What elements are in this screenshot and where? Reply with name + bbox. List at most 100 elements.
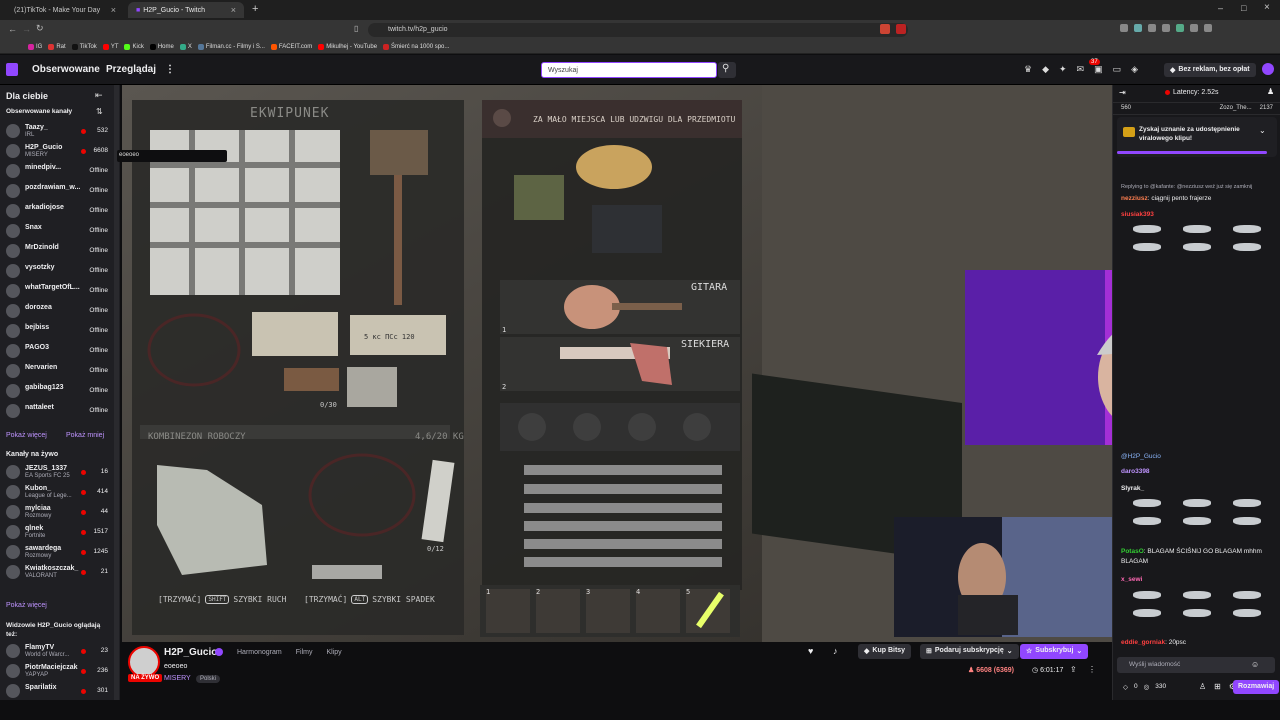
- sidebar-channel-item[interactable]: PAGO3 Offline: [0, 341, 114, 361]
- extension-icon[interactable]: [1176, 24, 1184, 32]
- bookmark-item[interactable]: Home: [149, 43, 174, 50]
- emote-picker-icon[interactable]: ☺: [1251, 660, 1259, 669]
- bits-icon[interactable]: ◈: [1131, 64, 1138, 75]
- bookmark-item[interactable]: Mikulhej - YouTube: [318, 43, 377, 50]
- extension-icon[interactable]: [1204, 24, 1212, 32]
- sidebar-channel-item[interactable]: sawardega Rozmowy 1245: [0, 542, 114, 562]
- sidebar-channel-item[interactable]: whatTargetOfL... Offline: [0, 281, 114, 301]
- bookmark-item[interactable]: YT: [102, 43, 118, 50]
- extension-icon[interactable]: [1134, 24, 1142, 32]
- window-close-icon[interactable]: ×: [1264, 2, 1270, 13]
- tab-videos[interactable]: Filmy: [296, 649, 313, 656]
- channel-name[interactable]: H2P_Gucio: [164, 647, 217, 658]
- gift-sub-button[interactable]: ⊞ Podaruj subskrypcję ⌄: [920, 644, 1019, 659]
- channel-points[interactable]: ◇ 0 ◎ 330: [1123, 683, 1166, 691]
- chat-username[interactable]: eddie_gorniak: [1121, 639, 1165, 646]
- sidebar-channel-item[interactable]: Taazy_ IRL 532: [0, 121, 114, 141]
- url-field[interactable]: twitch.tv/h2p_gucio: [368, 23, 908, 37]
- search-input[interactable]: Wyszukaj: [541, 62, 717, 78]
- chat-username[interactable]: siusiak393: [1121, 211, 1154, 218]
- forward-icon[interactable]: →: [22, 24, 31, 34]
- chat-send-button[interactable]: Rozmawiaj: [1233, 680, 1280, 694]
- chat-username[interactable]: PotasO: [1121, 548, 1144, 555]
- language-tag[interactable]: Polski: [196, 675, 221, 683]
- tab-twitch[interactable]: ■ H2P_Gucio - Twitch ×: [128, 2, 244, 18]
- bookmark-item[interactable]: TikTok: [71, 43, 97, 50]
- collapse-icon[interactable]: ⇤: [95, 90, 103, 101]
- more-icon[interactable]: ⋮: [165, 64, 175, 75]
- sidebar-channel-item[interactable]: nattaleet Offline: [0, 401, 114, 421]
- sidebar-channel-item[interactable]: dorozea Offline: [0, 301, 114, 321]
- subscribe-button[interactable]: ☆ Subskrybuj ⌄: [1020, 644, 1089, 659]
- sort-icon[interactable]: ⇅: [96, 107, 103, 116]
- emote-icon[interactable]: ♙: [1199, 682, 1206, 691]
- whisper-icon[interactable]: ▣: [1094, 64, 1103, 75]
- chat-icon[interactable]: ▭: [1113, 64, 1122, 75]
- tab-schedule[interactable]: Harmonogram: [237, 649, 282, 656]
- extension-icon[interactable]: [1162, 24, 1170, 32]
- sidebar-channel-item[interactable]: Snax Offline: [0, 221, 114, 241]
- tab-tiktok[interactable]: (21)TikTok - Make Your Day ×: [6, 2, 124, 18]
- show-more-link[interactable]: Pokaż więcej: [6, 432, 47, 439]
- bookmark-item[interactable]: Kick: [124, 43, 144, 50]
- inbox-icon[interactable]: ✉: [1077, 64, 1085, 75]
- adfree-button[interactable]: ◆ Bez reklam, bez opłat: [1164, 63, 1256, 77]
- new-tab-icon[interactable]: +: [252, 3, 258, 15]
- minimize-icon[interactable]: –: [1218, 3, 1223, 13]
- nav-browse[interactable]: Przeglądaj: [106, 64, 156, 75]
- sidebar-scrollbar[interactable]: [114, 85, 119, 700]
- gift-icon[interactable]: ⊞: [1214, 682, 1221, 691]
- sidebar-channel-item[interactable]: arkadiojose Offline: [0, 201, 114, 221]
- sidebar-channel-item[interactable]: Kubon_ League of Lege... 414: [0, 482, 114, 502]
- bell-icon[interactable]: ♪: [833, 646, 838, 656]
- nav-following[interactable]: Obserwowane: [32, 64, 100, 75]
- maximize-icon[interactable]: □: [1241, 3, 1246, 13]
- close-icon[interactable]: ×: [231, 5, 236, 15]
- game-icon[interactable]: ✦: [1059, 64, 1067, 75]
- chevron-down-icon[interactable]: ⌄: [1259, 126, 1266, 135]
- sidebar-channel-item[interactable]: FlamyTV World of Warcr... 23: [0, 641, 114, 661]
- close-icon[interactable]: ×: [111, 5, 116, 15]
- heart-icon[interactable]: ♥: [808, 646, 813, 656]
- chat-username[interactable]: nezziusz: [1121, 195, 1148, 202]
- sidebar-channel-item[interactable]: pozdrawiam_w... Offline: [0, 181, 114, 201]
- bookmark-item[interactable]: Filman.cc - Filmy i S...: [197, 43, 265, 50]
- share-icon[interactable]: ⇪: [1070, 665, 1077, 674]
- game-link[interactable]: MISERY: [164, 675, 191, 682]
- extension-icon[interactable]: [1120, 24, 1128, 32]
- sidebar-channel-item[interactable]: Sparilatix 301: [0, 681, 114, 701]
- chat-username[interactable]: daro3398: [1121, 468, 1150, 475]
- reload-icon[interactable]: ↻: [36, 23, 44, 34]
- bookmark-item[interactable]: IG: [28, 43, 42, 50]
- sidebar-channel-item[interactable]: qlnek Fortnite 1517: [0, 522, 114, 542]
- users-icon[interactable]: ♟: [1267, 87, 1274, 96]
- sidebar-channel-item[interactable]: bejbiss Offline: [0, 321, 114, 341]
- user-avatar[interactable]: [1262, 63, 1274, 75]
- extension-icon[interactable]: [880, 24, 890, 34]
- search-button[interactable]: ⚲: [718, 62, 736, 78]
- sidebar-channel-item[interactable]: gabibag123 Offline: [0, 381, 114, 401]
- bookmark-item[interactable]: X: [179, 43, 192, 50]
- chat-username[interactable]: x_sewi: [1121, 576, 1142, 583]
- extension-icon[interactable]: [1148, 24, 1156, 32]
- buy-bits-button[interactable]: ◆ Kup Bitsy: [858, 644, 912, 659]
- tab-clips[interactable]: Klipy: [326, 649, 341, 656]
- bookmark-icon[interactable]: ▯: [354, 24, 358, 33]
- bookmark-item[interactable]: Śmierć na 1000 spo...: [383, 43, 449, 50]
- video-player[interactable]: EKWIPUNEK ZA MAŁO MIEJSCA LUB UDZWIGU DL…: [122, 85, 1112, 642]
- back-icon[interactable]: ←: [8, 24, 17, 34]
- bookmark-item[interactable]: Rat: [48, 43, 66, 50]
- chat-username[interactable]: Slyrak_: [1121, 485, 1144, 492]
- collapse-chat-icon[interactable]: ⇥: [1119, 88, 1126, 97]
- bookmark-item[interactable]: FACEIT.com: [270, 43, 312, 50]
- extension-icon[interactable]: [896, 24, 906, 34]
- more-options-icon[interactable]: ⋮: [1088, 665, 1096, 674]
- sidebar-channel-item[interactable]: MrDzinold Offline: [0, 241, 114, 261]
- show-less-link[interactable]: Pokaż mniej: [66, 432, 104, 439]
- sidebar-channel-item[interactable]: minedpiv... Offline: [0, 161, 114, 181]
- crown-icon[interactable]: ♛: [1024, 64, 1032, 75]
- sidebar-channel-item[interactable]: mylciaa Rozmowy 44: [0, 502, 114, 522]
- extension-icon[interactable]: [1190, 24, 1198, 32]
- sidebar-channel-item[interactable]: Kwiatkoszczak_ VALORANT 21: [0, 562, 114, 582]
- sidebar-channel-item[interactable]: PiotrMaciejczak YAPYAP 236: [0, 661, 114, 681]
